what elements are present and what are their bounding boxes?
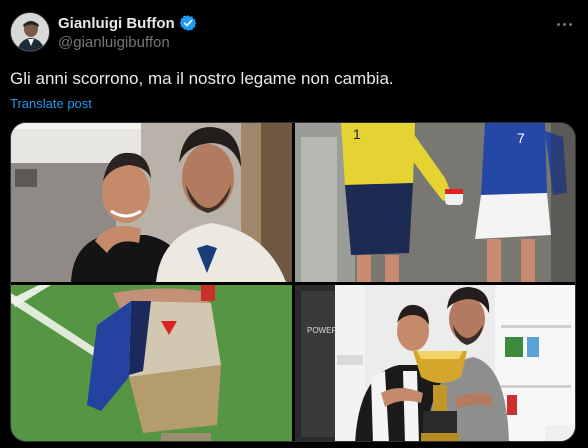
handle[interactable]: @gianluigibuffon <box>58 34 197 51</box>
photo-two-men-selfie[interactable] <box>11 123 292 282</box>
photo-goalkeeper-and-player-on-pitch[interactable]: 1 7 <box>295 123 575 282</box>
verified-badge-icon <box>179 14 197 32</box>
translate-post-link[interactable]: Translate post <box>10 96 92 111</box>
media-grid: 1 7 POWERADE <box>10 122 576 442</box>
profile-photo <box>11 13 49 51</box>
photo-player-celebrating-on-grass[interactable] <box>11 285 292 441</box>
author-names: Gianluigi Buffon @gianluigibuffon <box>58 13 197 51</box>
display-name[interactable]: Gianluigi Buffon <box>58 15 175 32</box>
tweet-header: Gianluigi Buffon @gianluigibuffon <box>10 12 578 56</box>
player-number: 7 <box>517 130 525 146</box>
tweet-text: Gli anni scorrono, ma il nostro legame n… <box>10 69 394 88</box>
photo-two-players-with-trophy[interactable]: POWERADE Be <box>295 285 575 441</box>
goalkeeper-number: 1 <box>353 126 361 142</box>
avatar[interactable] <box>10 12 50 52</box>
more-options-icon[interactable] <box>550 14 578 34</box>
